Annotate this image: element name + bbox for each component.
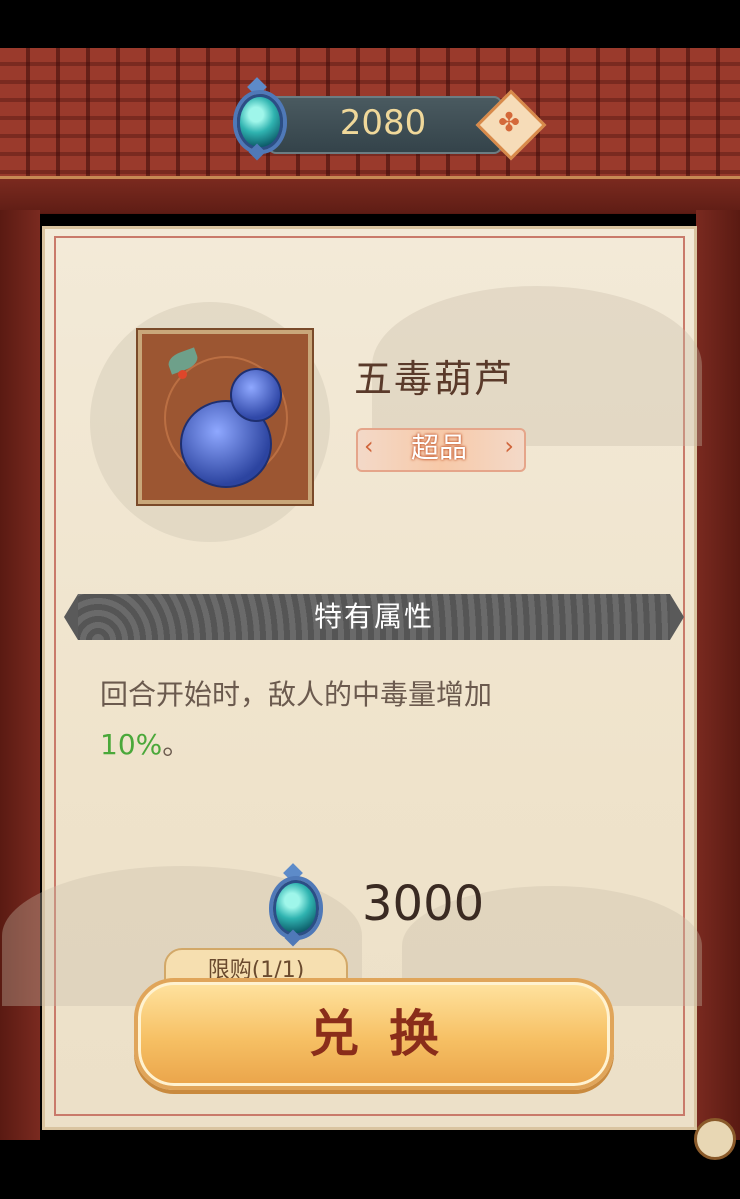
add-currency-button[interactable]: ✤ — [475, 89, 547, 161]
attribute-title: 特有属性 — [313, 600, 434, 633]
price-value: 3000 — [362, 876, 485, 932]
right-pillar — [696, 210, 740, 1140]
description-value: 10% — [100, 728, 163, 761]
description-text: 回合开始时，敌人的中毒量增加 — [100, 678, 493, 711]
item-name: 五毒葫芦 — [354, 357, 515, 401]
item-icon-frame[interactable] — [138, 330, 312, 504]
exchange-label: 兑换 — [309, 1005, 469, 1063]
chevron-right-icon: › — [504, 432, 514, 460]
grade-badge: ‹ 超品 › — [356, 422, 526, 474]
cloud-ornament-icon — [694, 1118, 736, 1160]
jade-gem-icon — [222, 77, 292, 164]
bottom-bar — [0, 1140, 740, 1199]
exchange-button[interactable]: 兑换 — [134, 978, 614, 1090]
grade-label: 超品 — [410, 431, 467, 464]
roof-beam — [0, 176, 740, 213]
attribute-description: 回合开始时，敌人的中毒量增加 10%。 — [100, 670, 620, 770]
item-detail-panel: 五毒葫芦 ‹ 超品 › 特有属性 回合开始时，敌人的中毒量增加 10%。 3000… — [2, 226, 702, 1130]
attribute-header: 特有属性 — [64, 594, 684, 640]
currency-bar: 2080 ✤ — [228, 77, 548, 161]
jade-gem-icon — [258, 863, 328, 950]
description-suffix: 。 — [162, 728, 191, 761]
currency-amount: 2080 — [339, 103, 427, 143]
